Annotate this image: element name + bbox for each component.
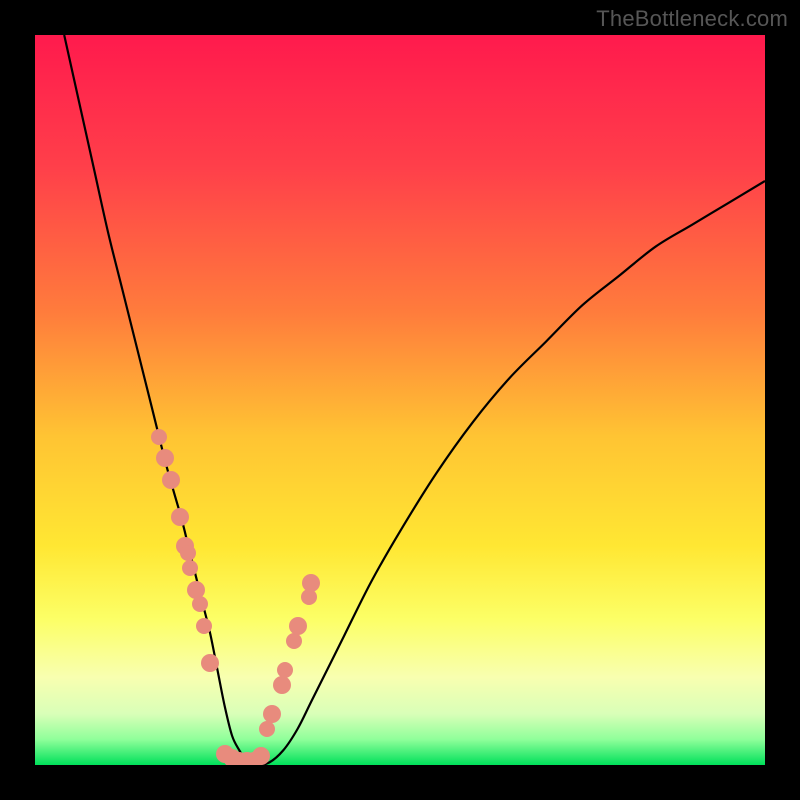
data-marker	[263, 705, 281, 723]
data-marker	[192, 596, 208, 612]
plot-area	[35, 35, 765, 765]
data-marker	[182, 560, 198, 576]
curve-layer	[35, 35, 765, 765]
data-marker	[289, 617, 307, 635]
data-marker	[151, 429, 167, 445]
data-marker	[286, 633, 302, 649]
data-marker	[196, 618, 212, 634]
data-marker	[273, 676, 291, 694]
data-marker	[156, 449, 174, 467]
watermark-text: TheBottleneck.com	[596, 6, 788, 32]
data-marker	[171, 508, 189, 526]
data-marker	[277, 662, 293, 678]
data-marker	[301, 589, 317, 605]
data-marker	[180, 545, 196, 561]
data-marker	[201, 654, 219, 672]
data-marker	[162, 471, 180, 489]
bottleneck-curve	[64, 35, 765, 765]
data-marker	[252, 747, 270, 765]
outer-frame: TheBottleneck.com	[0, 0, 800, 800]
data-marker	[302, 574, 320, 592]
data-marker	[259, 721, 275, 737]
